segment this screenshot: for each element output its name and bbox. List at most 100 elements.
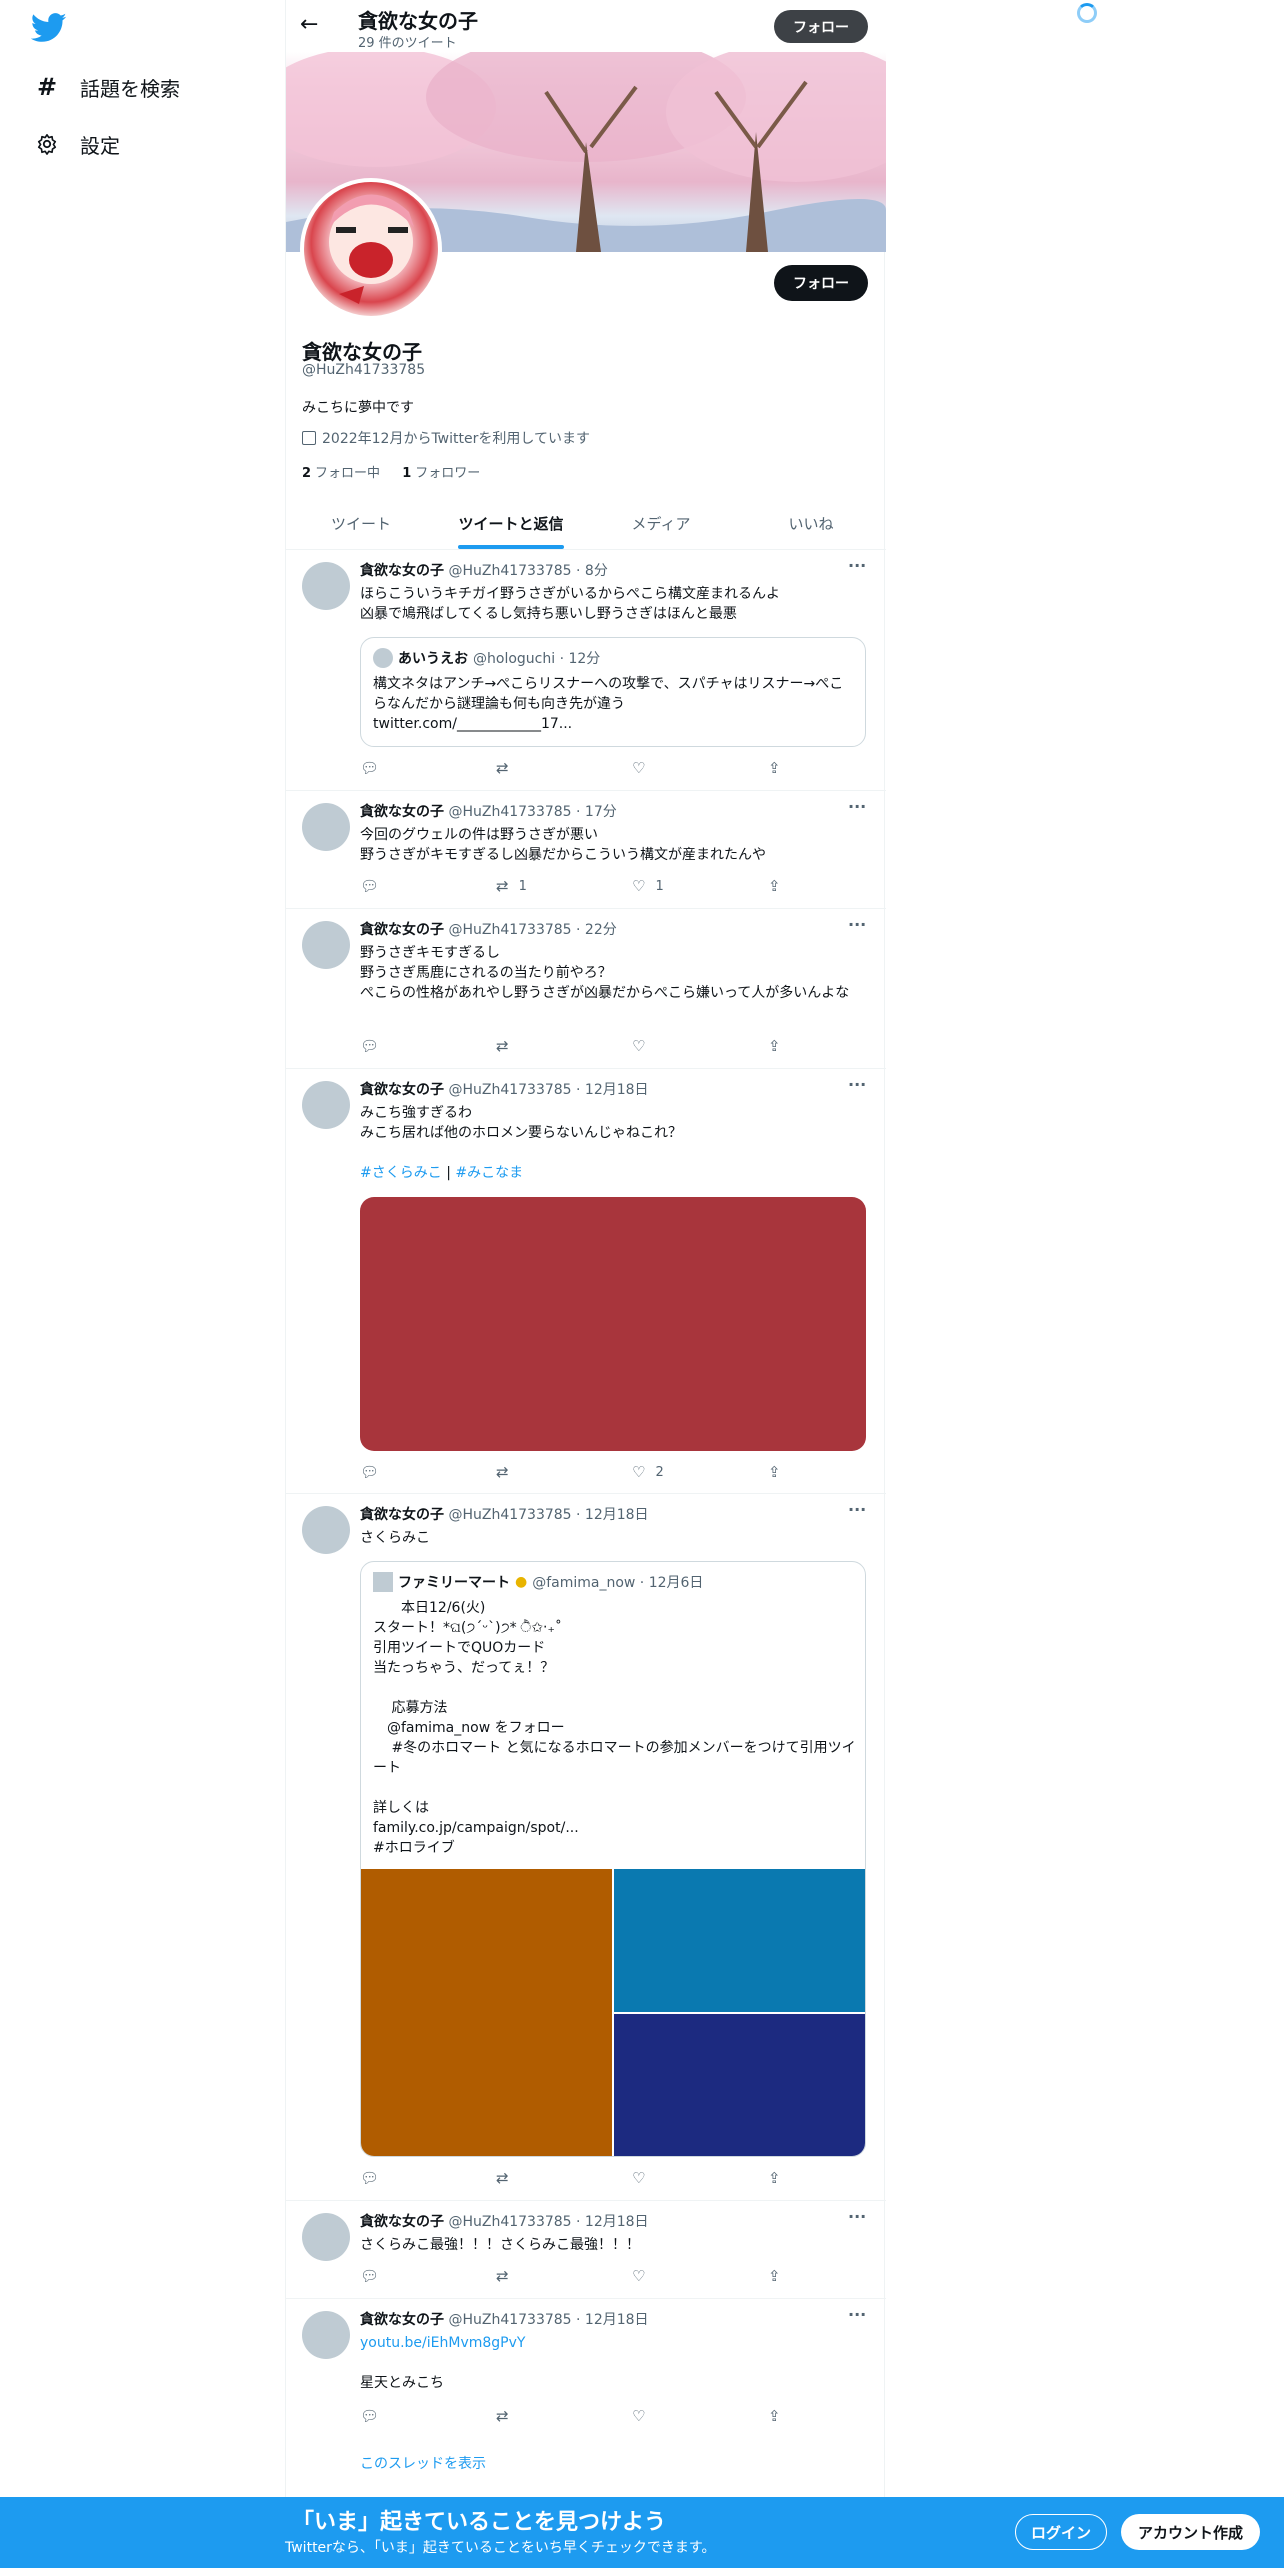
tweet[interactable]: 貪欲な女の子 @HuZh41733785 · 12月18日 ··· さくらみこ最… (286, 2201, 886, 2299)
tweet-actions: 💬︎ ⇄ ♡ ⇪ (360, 2169, 781, 2189)
quoted-image[interactable] (361, 1869, 612, 2156)
tweet-author-name[interactable]: 貪欲な女の子 (360, 804, 444, 820)
tweet[interactable]: 貪欲な女の子 @HuZh41733785 · 12月18日 ··· さくらみこ … (286, 1494, 886, 2201)
hashtag-link[interactable]: #みこなま (455, 1165, 523, 1181)
profile-joined-text: 2022年12月からTwitterを利用しています (322, 431, 590, 447)
hashtag-separator: | (446, 1165, 451, 1181)
following-label: フォロー中 (315, 466, 381, 481)
tab-media[interactable]: メディア (586, 500, 736, 549)
twitter-logo-icon[interactable] (31, 13, 67, 43)
more-options-icon[interactable]: ··· (848, 797, 866, 816)
following-link[interactable]: 2 フォロー中 (302, 466, 380, 481)
profile-stats: 2 フォロー中 1 フォロワー (302, 462, 480, 481)
reply-button[interactable]: 💬︎ (360, 2169, 389, 2187)
reply-icon: 💬︎ (360, 2169, 380, 2187)
tweet-author-name[interactable]: 貪欲な女の子 (360, 1082, 444, 1098)
tweet[interactable]: 貪欲な女の子 @HuZh41733785 · 22分 ··· 野うさぎキモすぎる… (286, 909, 886, 1069)
show-thread-link[interactable]: このスレッドを表示 (360, 2454, 870, 2474)
tab-tweets-replies-label: ツイートと返信 (458, 515, 564, 533)
share-button[interactable]: ⇪ (768, 1037, 791, 1055)
reply-button[interactable]: 💬︎ (360, 1463, 389, 1481)
avatar[interactable] (302, 1081, 350, 1129)
nav-explore[interactable]: # 話題を検索 (34, 67, 180, 107)
quoted-tweet[interactable]: ファミリーマート ● @famima_now · 12月6日 本日12/6(火) ス… (360, 1561, 866, 2157)
more-options-icon[interactable]: ··· (848, 2207, 866, 2226)
quoted-image[interactable] (614, 2014, 865, 2156)
avatar[interactable] (302, 1506, 350, 1554)
header-follow-button[interactable]: フォロー (774, 10, 868, 43)
tab-likes[interactable]: いいね (736, 500, 886, 549)
share-icon: ⇪ (768, 2407, 781, 2425)
retweet-button[interactable]: ⇄ (496, 1463, 519, 1481)
avatar[interactable] (302, 921, 350, 969)
tweet-text: さくらみこ最強！！！さくらみこ最強！！！ (360, 2237, 640, 2253)
like-button[interactable]: ♡ (632, 2267, 655, 2285)
nav-settings[interactable]: 設定 (34, 124, 120, 164)
hashtag-link[interactable]: #さくらみこ (360, 1165, 442, 1181)
retweet-icon: ⇄ (496, 1037, 509, 1055)
tweet[interactable]: 貪欲な女の子 @HuZh41733785 · 12月18日 ··· みこち強すぎ… (286, 1069, 886, 1494)
followers-link[interactable]: 1 フォロワー (402, 466, 480, 481)
share-button[interactable]: ⇪ (768, 877, 791, 895)
avatar[interactable] (302, 562, 350, 610)
retweet-button[interactable]: ⇄ (496, 2267, 519, 2285)
more-options-icon[interactable]: ··· (848, 915, 866, 934)
reply-button[interactable]: 💬︎ (360, 877, 389, 895)
retweet-button[interactable]: ⇄ (496, 759, 519, 777)
tweet-header: 貪欲な女の子 @HuZh41733785 · 12月18日 (360, 2211, 649, 2231)
tweet-author-name[interactable]: 貪欲な女の子 (360, 922, 444, 938)
profile-follow-button[interactable]: フォロー (774, 265, 868, 301)
tweet-author-name[interactable]: 貪欲な女の子 (360, 2312, 444, 2328)
profile-avatar[interactable] (300, 178, 442, 320)
more-options-icon[interactable]: ··· (848, 1500, 866, 1519)
tweet-header: 貪欲な女の子 @HuZh41733785 · 22分 (360, 919, 617, 939)
quoted-author-name: ファミリーマート (398, 1575, 510, 1591)
more-options-icon[interactable]: ··· (848, 1075, 866, 1094)
like-button[interactable]: ♡ (632, 2407, 655, 2425)
tab-tweets[interactable]: ツイート (286, 500, 436, 549)
tweet[interactable]: 貪欲な女の子 @HuZh41733785 · 17分 ··· 今回のグウェルの件… (286, 791, 886, 909)
share-button[interactable]: ⇪ (768, 2267, 791, 2285)
avatar[interactable] (302, 2311, 350, 2359)
avatar[interactable] (302, 2213, 350, 2261)
profile-handle: @HuZh41733785 (302, 362, 426, 378)
like-button[interactable]: ♡ (632, 2169, 655, 2187)
login-button[interactable]: ログイン (1015, 2514, 1107, 2550)
reply-icon: 💬︎ (360, 2267, 380, 2285)
tweet-author-name[interactable]: 貪欲な女の子 (360, 2214, 444, 2230)
more-options-icon[interactable]: ··· (848, 2305, 866, 2324)
reply-button[interactable]: 💬︎ (360, 1037, 389, 1055)
tweet-link[interactable]: youtu.be/iEhMvm8gPvY (360, 2333, 870, 2353)
avatar[interactable] (302, 803, 350, 851)
retweet-icon: ⇄ (496, 1463, 509, 1481)
retweet-button[interactable]: ⇄ (496, 2169, 519, 2187)
tweet-author-name[interactable]: 貪欲な女の子 (360, 563, 444, 579)
reply-icon: 💬︎ (360, 1463, 380, 1481)
share-button[interactable]: ⇪ (768, 2169, 791, 2187)
tweet-image[interactable] (360, 1197, 866, 1451)
retweet-button[interactable]: ⇄ 1 (496, 877, 527, 895)
reply-button[interactable]: 💬︎ (360, 2407, 389, 2425)
share-button[interactable]: ⇪ (768, 2407, 791, 2425)
like-button[interactable]: ♡ (632, 759, 655, 777)
retweet-button[interactable]: ⇄ (496, 2407, 519, 2425)
quoted-image[interactable] (614, 1869, 865, 2012)
tweet[interactable]: 貪欲な女の子 @HuZh41733785 · 8分 ··· ほらこういうキチガイ… (286, 550, 886, 791)
quoted-text: 本日12/6(火) スタート！*ଘ(੭ˊᵕˋ)੭* ੈ✩‧₊˚ 引用ツイートでQ… (373, 1600, 856, 1856)
like-button[interactable]: ♡ 1 (632, 877, 664, 895)
reply-button[interactable]: 💬︎ (360, 2267, 389, 2285)
signup-button[interactable]: アカウント作成 (1121, 2514, 1260, 2550)
back-arrow-icon[interactable]: ← (300, 12, 318, 37)
like-button[interactable]: ♡ (632, 1037, 655, 1055)
tweet[interactable]: 貪欲な女の子 @HuZh41733785 · 12月18日 ··· youtu.… (286, 2299, 886, 2497)
like-count: 1 (655, 878, 664, 894)
tweet-author-name[interactable]: 貪欲な女の子 (360, 1507, 444, 1523)
tab-tweets-replies[interactable]: ツイートと返信 (436, 500, 586, 549)
retweet-button[interactable]: ⇄ (496, 1037, 519, 1055)
reply-button[interactable]: 💬︎ (360, 759, 389, 777)
share-button[interactable]: ⇪ (768, 1463, 791, 1481)
share-button[interactable]: ⇪ (768, 759, 791, 777)
like-button[interactable]: ♡ 2 (632, 1463, 664, 1481)
more-options-icon[interactable]: ··· (848, 556, 866, 575)
quoted-tweet[interactable]: あいうえお @hologuchi · 12分 構文ネタはアンチ→ぺこらリスナーへの… (360, 637, 866, 747)
